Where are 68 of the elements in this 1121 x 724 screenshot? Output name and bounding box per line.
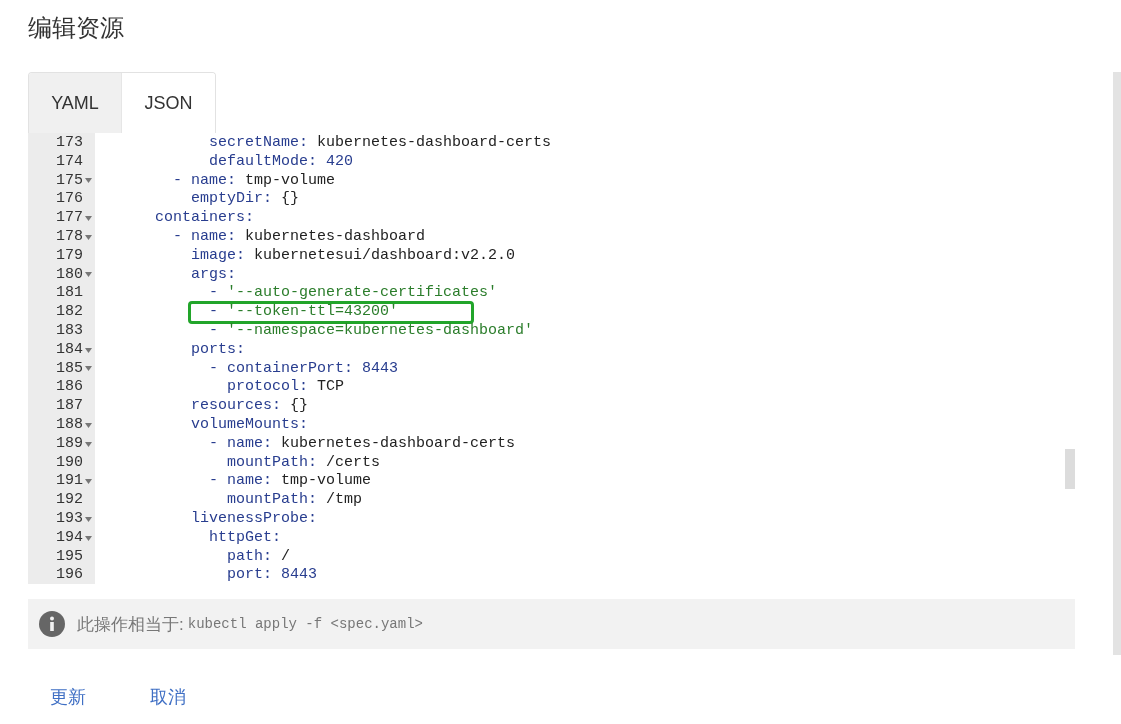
code-line: defaultMode: 420 <box>208 152 354 172</box>
line-number: 178 <box>56 228 83 247</box>
line-number: 188 <box>56 415 83 435</box>
scrollbar-track[interactable] <box>1113 72 1121 655</box>
line-number: 177 <box>56 209 83 228</box>
code-line: volumeMounts: <box>190 415 309 435</box>
code-line: image: kubernetesui/dashboard:v2.2.0 <box>190 246 516 266</box>
fold-icon[interactable] <box>85 234 92 240</box>
line-number: 187 <box>56 397 83 416</box>
code-line: - containerPort: 8443 <box>208 359 399 379</box>
info-icon <box>39 611 65 637</box>
info-label: 此操作相当于: <box>77 613 184 636</box>
line-number: 191 <box>56 472 83 492</box>
fold-icon[interactable] <box>85 272 92 278</box>
fold-icon[interactable] <box>85 441 92 447</box>
code-line: emptyDir: {} <box>190 190 300 210</box>
action-button[interactable]: 取消 <box>150 685 186 709</box>
fold-icon[interactable] <box>85 216 92 222</box>
fold-icon[interactable] <box>85 366 92 372</box>
code-line: path: / <box>226 547 291 567</box>
line-number: 181 <box>56 284 83 304</box>
line-number: 195 <box>56 547 83 567</box>
code-line: args: <box>190 265 237 285</box>
code-line: - name: kubernetes-dashboard-certs <box>208 434 516 454</box>
line-number: 189 <box>56 434 83 454</box>
code-line: - '--token-ttl=43200' <box>208 303 399 322</box>
line-number: 196 <box>56 566 83 584</box>
line-number: 173 <box>56 134 83 153</box>
line-number: 174 <box>56 152 83 172</box>
code-line: mountPath: /tmp <box>226 491 363 510</box>
code-line: httpGet: <box>208 528 282 548</box>
line-number: 193 <box>56 509 83 529</box>
fold-icon[interactable] <box>85 479 92 485</box>
line-number: 179 <box>56 246 83 266</box>
line-number: 185 <box>56 359 83 379</box>
code-line: mountPath: /certs <box>226 453 381 473</box>
fold-icon[interactable] <box>85 178 92 184</box>
line-number: 192 <box>56 491 83 510</box>
code-line: - '--auto-generate-certificates' <box>208 284 498 304</box>
fold-icon[interactable] <box>85 422 92 428</box>
line-number: 180 <box>56 265 83 285</box>
line-number: 184 <box>56 340 83 360</box>
format-tab[interactable]: YAML <box>29 73 122 133</box>
line-number: 190 <box>56 453 83 473</box>
fold-icon[interactable] <box>85 347 92 353</box>
code-line: secretName: kubernetes-dashboard-certs <box>208 134 552 153</box>
code-line: - name: tmp-volume <box>208 472 372 492</box>
line-number: 175 <box>56 171 83 191</box>
code-line: - name: kubernetes-dashboard <box>172 228 426 247</box>
command-text: kubectl apply -f <spec.yaml> <box>187 616 423 632</box>
line-number: 176 <box>56 190 83 210</box>
code-line: protocol: TCP <box>226 378 345 398</box>
page-title: 编辑资源 <box>28 13 125 43</box>
code-line: port: 8443 <box>226 566 318 584</box>
action-button[interactable]: 更新 <box>50 685 86 709</box>
scrollbar-thumb[interactable] <box>1065 449 1075 489</box>
line-number: 182 <box>56 303 83 322</box>
line-number: 183 <box>56 321 83 341</box>
fold-icon[interactable] <box>85 516 92 522</box>
line-number: 186 <box>56 378 83 398</box>
code-line: ports: <box>190 340 246 360</box>
line-number: 194 <box>56 528 83 548</box>
code-line: livenessProbe: <box>190 509 318 529</box>
code-line: - '--namespace=kubernetes-dashboard' <box>208 321 534 341</box>
code-line: - name: tmp-volume <box>172 171 336 191</box>
code-line: resources: {} <box>190 397 309 416</box>
code-line: containers: <box>154 209 255 228</box>
fold-icon[interactable] <box>85 535 92 541</box>
